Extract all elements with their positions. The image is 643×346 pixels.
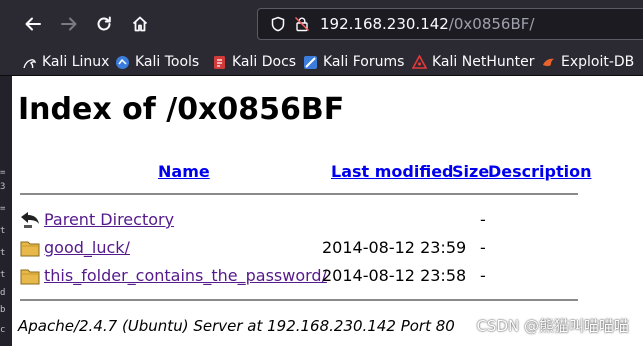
parent-directory-link[interactable]: Parent Directory	[44, 210, 174, 229]
terminal-char: t	[0, 248, 6, 258]
terminal-char: =	[0, 168, 6, 178]
back-button[interactable]	[20, 11, 46, 37]
bookmark-label: Kali Docs	[232, 54, 297, 70]
bookmark-kali-forums[interactable]: Kali Forums	[303, 53, 404, 71]
row-size: -	[480, 238, 486, 257]
terminal-char: c	[0, 325, 6, 335]
terminal-char: t	[0, 270, 6, 280]
column-header-last-modified[interactable]: Last modified	[331, 162, 454, 181]
background-terminal-fragment: = 3 = t t t d b c	[0, 76, 12, 346]
row-size: -	[480, 210, 486, 229]
bookmark-kali-tools[interactable]: Kali Tools	[115, 53, 199, 71]
url-host: 192.168.230.142	[320, 15, 449, 33]
row-last-modified: 2014-08-12 23:58	[322, 266, 467, 285]
bookmark-label: Kali Linux	[42, 54, 110, 70]
table-divider	[20, 299, 578, 301]
bookmark-label: Exploit-DB	[561, 54, 635, 70]
column-header-size[interactable]: Size	[452, 162, 489, 181]
exploit-db-icon	[543, 58, 554, 66]
table-row-password-folder: this_folder_contains_the_password/ 2014-…	[20, 265, 580, 287]
bookmarks-toolbar: Kali Linux Kali Tools Kali Docs Kali For…	[0, 48, 643, 76]
terminal-char: d	[0, 288, 6, 298]
url-bar[interactable]: 192.168.230.142/0x0856BF/	[257, 8, 643, 40]
insecure-lock-icon[interactable]	[294, 16, 310, 32]
kali-tools-icon	[116, 55, 129, 69]
row-last-modified: 2014-08-12 23:59	[322, 238, 467, 257]
bookmark-kali-linux[interactable]: Kali Linux	[22, 53, 109, 71]
url-path: /0x0856BF/	[448, 15, 535, 33]
reload-button[interactable]	[91, 11, 117, 37]
forward-arrow-icon	[61, 17, 77, 31]
kali-forums-icon	[304, 55, 317, 69]
kali-docs-icon	[214, 55, 225, 69]
server-signature: Apache/2.4.7 (Ubuntu) Server at 192.168.…	[18, 317, 455, 335]
table-row-parent-directory: Parent Directory -	[20, 209, 580, 231]
bookmark-kali-docs[interactable]: Kali Docs	[212, 53, 296, 71]
kali-dragon-icon	[23, 58, 37, 68]
bookmark-kali-nethunter[interactable]: Kali NetHunter	[412, 53, 534, 71]
forward-button[interactable]	[56, 11, 82, 37]
folder-icon	[20, 269, 40, 285]
reload-icon	[97, 16, 111, 31]
home-icon	[132, 16, 148, 32]
folder-link-password[interactable]: this_folder_contains_the_password/	[44, 266, 327, 285]
csdn-watermark: CSDN @熊猫叫喵喵喵	[476, 317, 629, 335]
row-size: -	[480, 266, 486, 285]
back-arrow-icon	[25, 17, 41, 31]
folder-icon	[20, 241, 40, 257]
browser-toolbar: 192.168.230.142/0x0856BF/	[0, 0, 643, 48]
terminal-char: t	[0, 226, 6, 236]
url-text[interactable]: 192.168.230.142/0x0856BF/	[320, 15, 534, 33]
bookmark-label: Kali Forums	[323, 54, 405, 70]
table-divider	[20, 193, 578, 195]
home-button[interactable]	[127, 11, 153, 37]
column-header-description[interactable]: Description	[488, 162, 591, 181]
bookmark-label: Kali NetHunter	[432, 54, 535, 70]
bookmark-exploit-db[interactable]: Exploit-DB	[541, 53, 634, 71]
table-row-good-luck: good_luck/ 2014-08-12 23:59 -	[20, 237, 580, 259]
terminal-char: b	[0, 305, 6, 315]
column-header-name[interactable]: Name	[158, 162, 210, 181]
terminal-char: 3	[0, 182, 6, 192]
nethunter-icon	[412, 54, 427, 69]
bookmark-label: Kali Tools	[135, 54, 200, 70]
page-content: Index of /0x0856BF Name Last modified Si…	[12, 76, 643, 346]
shield-icon[interactable]	[270, 16, 286, 32]
back-arrow-icon	[21, 212, 39, 228]
page-title: Index of /0x0856BF	[18, 92, 345, 127]
folder-link-good-luck[interactable]: good_luck/	[44, 238, 130, 257]
terminal-char: =	[0, 204, 6, 214]
